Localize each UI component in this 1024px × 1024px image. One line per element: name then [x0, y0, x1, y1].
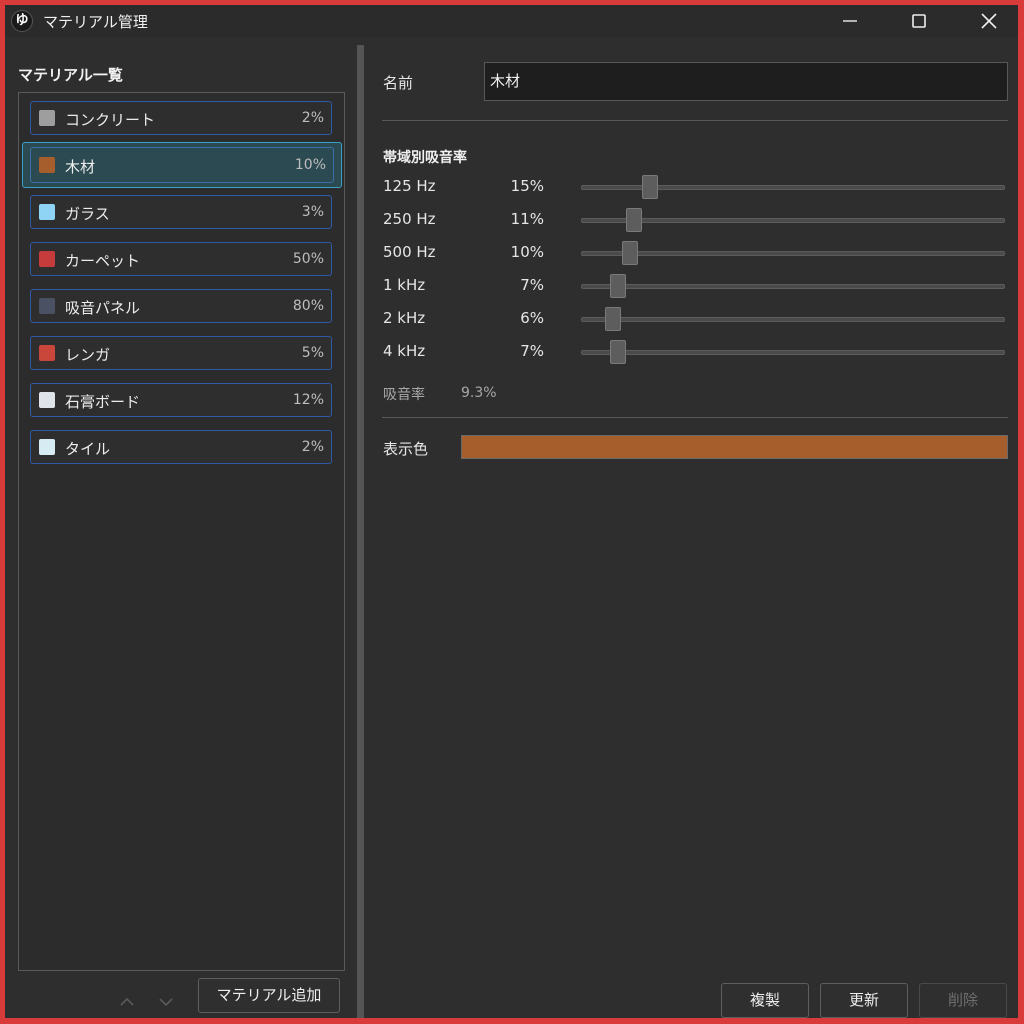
material-item-carpet[interactable]: カーペット 50% — [30, 242, 332, 276]
material-list-title: マテリアル一覧 — [18, 66, 123, 84]
material-color-swatch — [39, 439, 55, 455]
close-button[interactable] — [966, 5, 1012, 37]
absorption-value: 9.3% — [461, 385, 497, 401]
app-icon: ゆ — [11, 10, 33, 32]
band-label: 2 kHz — [383, 309, 426, 327]
band-slider-track[interactable] — [581, 251, 1005, 256]
panel-splitter[interactable] — [357, 45, 364, 1018]
band-slider-track[interactable] — [581, 350, 1005, 355]
bands-section-title: 帯域別吸音率 — [383, 150, 467, 166]
band-slider-thumb[interactable] — [642, 175, 659, 199]
material-color-swatch — [39, 204, 55, 220]
material-name: タイル — [65, 440, 111, 458]
material-percent: 10% — [294, 157, 326, 173]
name-input[interactable]: 木材 — [484, 62, 1008, 101]
material-percent: 50% — [292, 251, 324, 267]
band-slider-thumb[interactable] — [621, 241, 638, 265]
material-percent: 5% — [301, 345, 324, 361]
update-button[interactable]: 更新 — [820, 983, 908, 1018]
band-value: 10% — [510, 243, 544, 261]
band-label: 250 Hz — [383, 210, 436, 228]
delete-button[interactable]: 削除 — [919, 983, 1007, 1018]
band-row-1khz: 1 kHz 7% — [364, 272, 1018, 305]
maximize-icon — [912, 14, 926, 28]
material-color-swatch — [39, 157, 55, 173]
material-detail-panel: 名前 木材 帯域別吸音率 125 Hz 15% 250 Hz 11% 500 H… — [364, 37, 1018, 1018]
band-label: 125 Hz — [383, 177, 436, 195]
move-up-button[interactable] — [115, 990, 139, 1014]
display-color-picker[interactable] — [461, 435, 1008, 459]
material-item-tile[interactable]: タイル 2% — [30, 430, 332, 464]
material-percent: 80% — [292, 298, 324, 314]
chevron-up-icon — [120, 997, 134, 1006]
band-label: 4 kHz — [383, 342, 426, 360]
move-down-button[interactable] — [154, 990, 178, 1014]
material-percent: 2% — [301, 439, 324, 455]
material-name: カーペット — [65, 252, 141, 270]
material-item-gypsum-board[interactable]: 石膏ボード 12% — [30, 383, 332, 417]
material-manager-window: ゆ マテリアル管理 マテリアル一覧 コンクリート 2% 木材 10% ガラス 3… — [5, 5, 1018, 1018]
name-label: 名前 — [383, 74, 414, 92]
band-label: 500 Hz — [383, 243, 436, 261]
material-color-swatch — [39, 110, 55, 126]
material-name: 石膏ボード — [65, 393, 141, 411]
band-label: 1 kHz — [383, 276, 426, 294]
material-item-glass[interactable]: ガラス 3% — [30, 195, 332, 229]
material-name: 吸音パネル — [65, 299, 141, 317]
minimize-button[interactable] — [827, 5, 873, 37]
band-slider-thumb[interactable] — [609, 340, 626, 364]
band-slider-thumb[interactable] — [625, 208, 642, 232]
material-list-panel: マテリアル一覧 コンクリート 2% 木材 10% ガラス 3% カーペット 50… — [5, 37, 357, 1018]
band-slider-track[interactable] — [581, 218, 1005, 223]
duplicate-button[interactable]: 複製 — [721, 983, 809, 1018]
material-percent: 2% — [301, 110, 324, 126]
band-row-500hz: 500 Hz 10% — [364, 239, 1018, 272]
material-item-concrete[interactable]: コンクリート 2% — [30, 101, 332, 135]
band-slider-thumb[interactable] — [609, 274, 626, 298]
divider — [382, 120, 1008, 121]
band-value: 11% — [510, 210, 544, 228]
band-slider-track[interactable] — [581, 284, 1005, 289]
band-row-2khz: 2 kHz 6% — [364, 305, 1018, 338]
absorption-label: 吸音率 — [383, 387, 425, 403]
material-percent: 3% — [301, 204, 324, 220]
band-row-4khz: 4 kHz 7% — [364, 338, 1018, 371]
title-bar: ゆ マテリアル管理 — [5, 5, 1018, 37]
band-value: 7% — [520, 342, 544, 360]
band-value: 15% — [510, 177, 544, 195]
display-color-label: 表示色 — [383, 440, 429, 458]
material-item-brick[interactable]: レンガ 5% — [30, 336, 332, 370]
material-percent: 12% — [292, 392, 324, 408]
band-row-250hz: 250 Hz 11% — [364, 206, 1018, 239]
add-material-button[interactable]: マテリアル追加 — [198, 978, 340, 1013]
band-row-125hz: 125 Hz 15% — [364, 173, 1018, 206]
band-slider-thumb[interactable] — [605, 307, 622, 331]
close-icon — [981, 13, 997, 29]
material-color-swatch — [39, 345, 55, 361]
material-color-swatch — [39, 392, 55, 408]
material-name: ガラス — [65, 205, 110, 223]
material-item-absorption-panel[interactable]: 吸音パネル 80% — [30, 289, 332, 323]
chevron-down-icon — [159, 998, 173, 1007]
material-list[interactable]: コンクリート 2% 木材 10% ガラス 3% カーペット 50% 吸音パネル … — [18, 92, 345, 971]
band-value: 7% — [520, 276, 544, 294]
material-name: コンクリート — [65, 111, 156, 129]
band-slider-track[interactable] — [581, 317, 1005, 322]
band-value: 6% — [520, 309, 544, 327]
material-color-swatch — [39, 251, 55, 267]
material-name: レンガ — [65, 346, 111, 364]
material-color-swatch — [39, 298, 55, 314]
material-name: 木材 — [65, 158, 96, 176]
maximize-button[interactable] — [896, 5, 942, 37]
window-title: マテリアル管理 — [43, 13, 148, 31]
material-item-wood[interactable]: 木材 10% — [22, 142, 342, 188]
divider — [382, 417, 1008, 418]
minimize-icon — [843, 20, 857, 22]
